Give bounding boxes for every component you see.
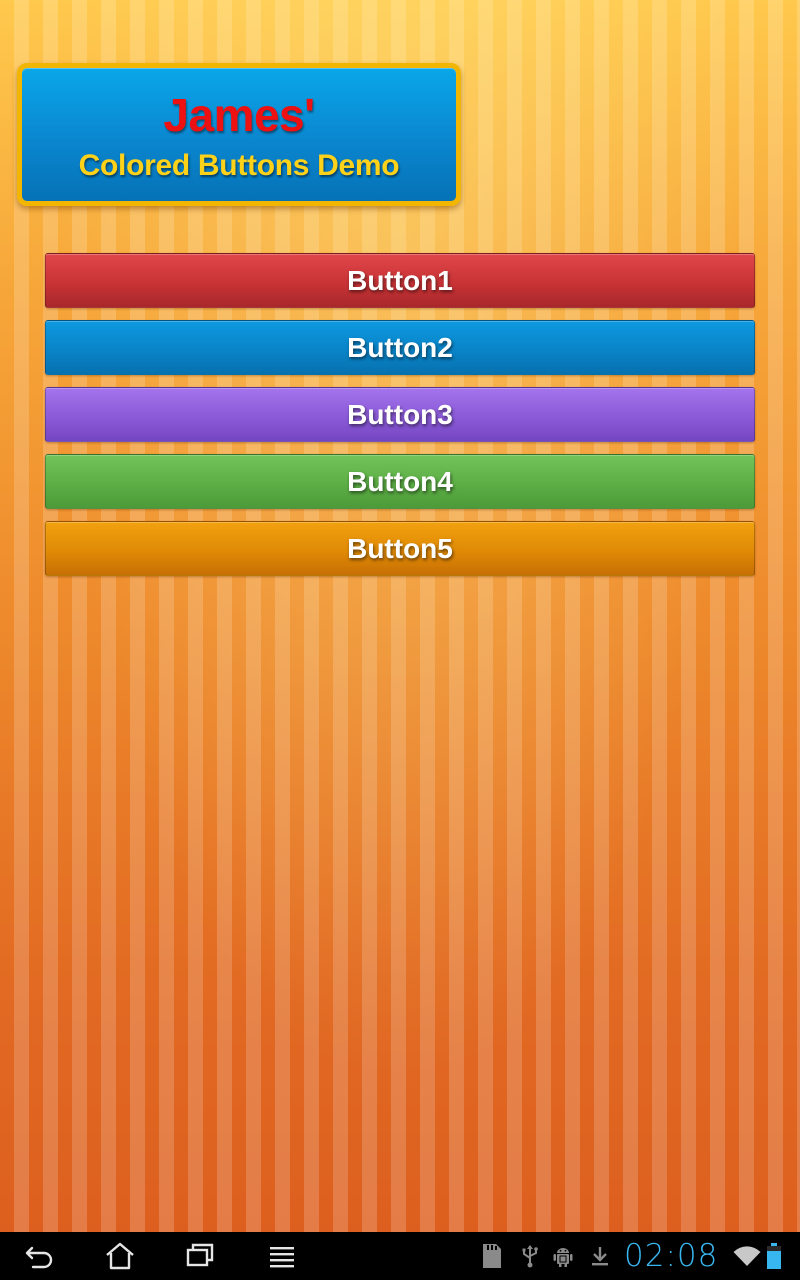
battery-icon <box>767 1243 781 1269</box>
button-3[interactable]: Button3 <box>45 387 755 442</box>
button-4[interactable]: Button4 <box>45 454 755 509</box>
wifi-icon <box>733 1246 761 1266</box>
status-clock: 02:08 <box>624 1238 719 1274</box>
android-debug-icon <box>553 1248 573 1267</box>
menu-icon[interactable] <box>266 1240 298 1272</box>
sd-card-icon <box>483 1244 501 1268</box>
app-screen: James' Colored Buttons Demo Button1 Butt… <box>0 0 800 1232</box>
button-5[interactable]: Button5 <box>45 521 755 576</box>
page-subtitle: Colored Buttons Demo <box>78 149 400 182</box>
button-1[interactable]: Button1 <box>45 253 755 308</box>
page-title: James' <box>163 89 315 141</box>
button-2[interactable]: Button2 <box>45 320 755 375</box>
button-list: Button1 Button2 Button3 Button4 Button5 <box>45 253 755 588</box>
usb-icon <box>522 1245 538 1268</box>
download-icon <box>592 1247 608 1266</box>
system-nav-bar: 02:08 <box>0 1232 800 1280</box>
recent-apps-icon[interactable] <box>184 1240 216 1272</box>
title-card: James' Colored Buttons Demo <box>17 63 461 206</box>
home-icon[interactable] <box>104 1240 136 1272</box>
back-icon[interactable] <box>24 1240 56 1272</box>
